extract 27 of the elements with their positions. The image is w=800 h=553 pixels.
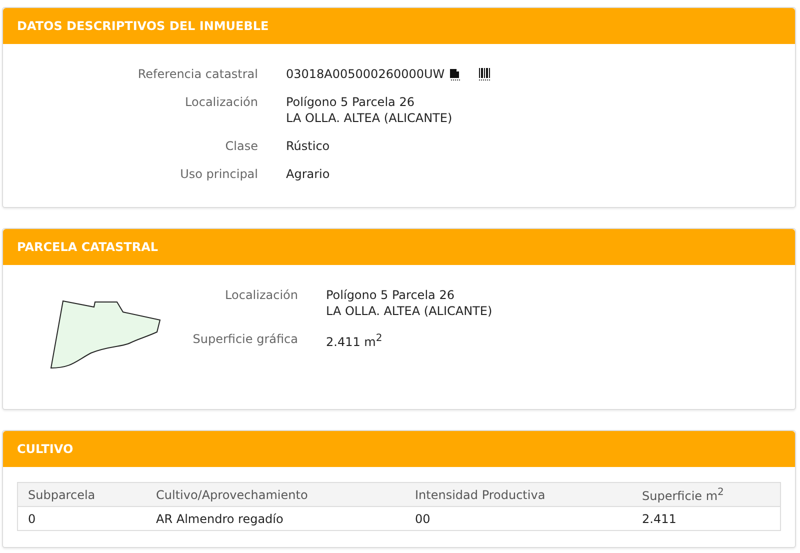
field-value: Rústico	[286, 138, 330, 154]
column-header: Cultivo/Aprovechamiento	[146, 482, 405, 506]
field-label: Localización	[184, 94, 258, 110]
column-header: Intensidad Productiva	[405, 482, 632, 506]
field-value: Polígono 5 Parcela 26	[286, 94, 414, 110]
table-cell: AR Almendro regadío	[146, 506, 405, 530]
field-label: Clase	[224, 138, 258, 154]
column-header: Subparcela	[18, 482, 146, 506]
copy-icon[interactable]	[448, 68, 461, 80]
field-value: 2.411 m$^{2}$	[326, 332, 382, 350]
field-value: LA OLLA. ALTEA (ALICANTE)	[326, 303, 492, 319]
field-label: Localización	[224, 287, 298, 303]
table-cell: 0	[18, 506, 146, 530]
column-header: Superficie m$^{2}$	[632, 482, 780, 506]
field-value: Agrario	[286, 166, 330, 182]
section-title: DATOS DESCRIPTIVOS DEL INMUEBLE	[17, 19, 269, 33]
field-label: Superficie gráfica	[192, 331, 298, 347]
barcode-icon[interactable]	[478, 68, 491, 80]
table-cell: 00	[405, 506, 632, 530]
section-title: CULTIVO	[17, 442, 74, 456]
field-label: Uso principal	[179, 166, 258, 182]
field-value: LA OLLA. ALTEA (ALICANTE)	[286, 110, 452, 126]
section-title: PARCELA CATASTRAL	[17, 240, 158, 254]
field-label: Referencia catastral	[136, 66, 258, 82]
field-value: 03018A005000260000UW	[286, 66, 445, 82]
field-value: Polígono 5 Parcela 26	[326, 287, 454, 303]
table-cell: 2.411	[632, 506, 780, 530]
